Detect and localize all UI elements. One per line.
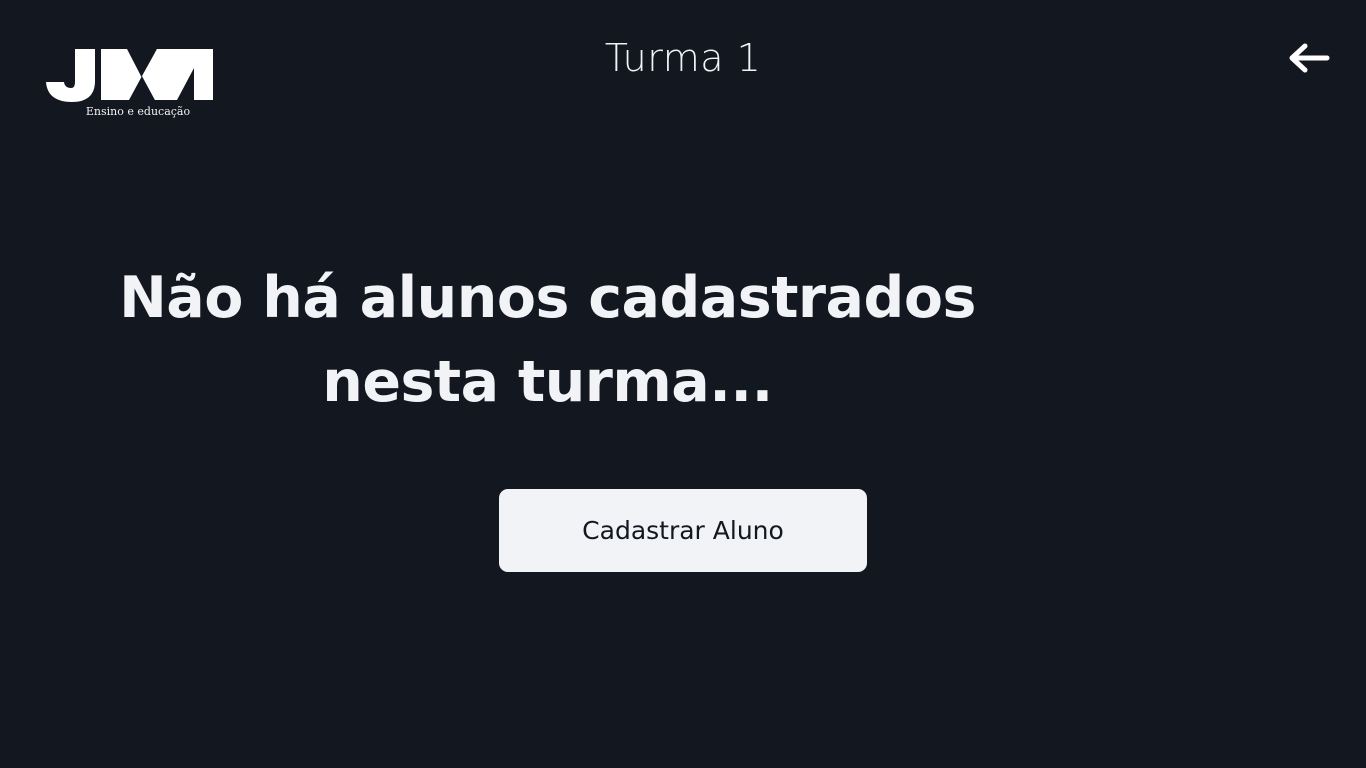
add-student-button[interactable]: Cadastrar Aluno <box>499 489 867 572</box>
empty-state-message: Não há alunos cadastrados nesta turma... <box>119 265 976 415</box>
arrow-left-icon <box>1289 43 1330 73</box>
back-button[interactable] <box>1285 38 1333 78</box>
page: Ensino e educação Turma 1 Não há alunos … <box>0 0 1366 768</box>
logo-tagline: Ensino e educação <box>86 105 191 118</box>
page-title: Turma 1 <box>604 36 762 80</box>
